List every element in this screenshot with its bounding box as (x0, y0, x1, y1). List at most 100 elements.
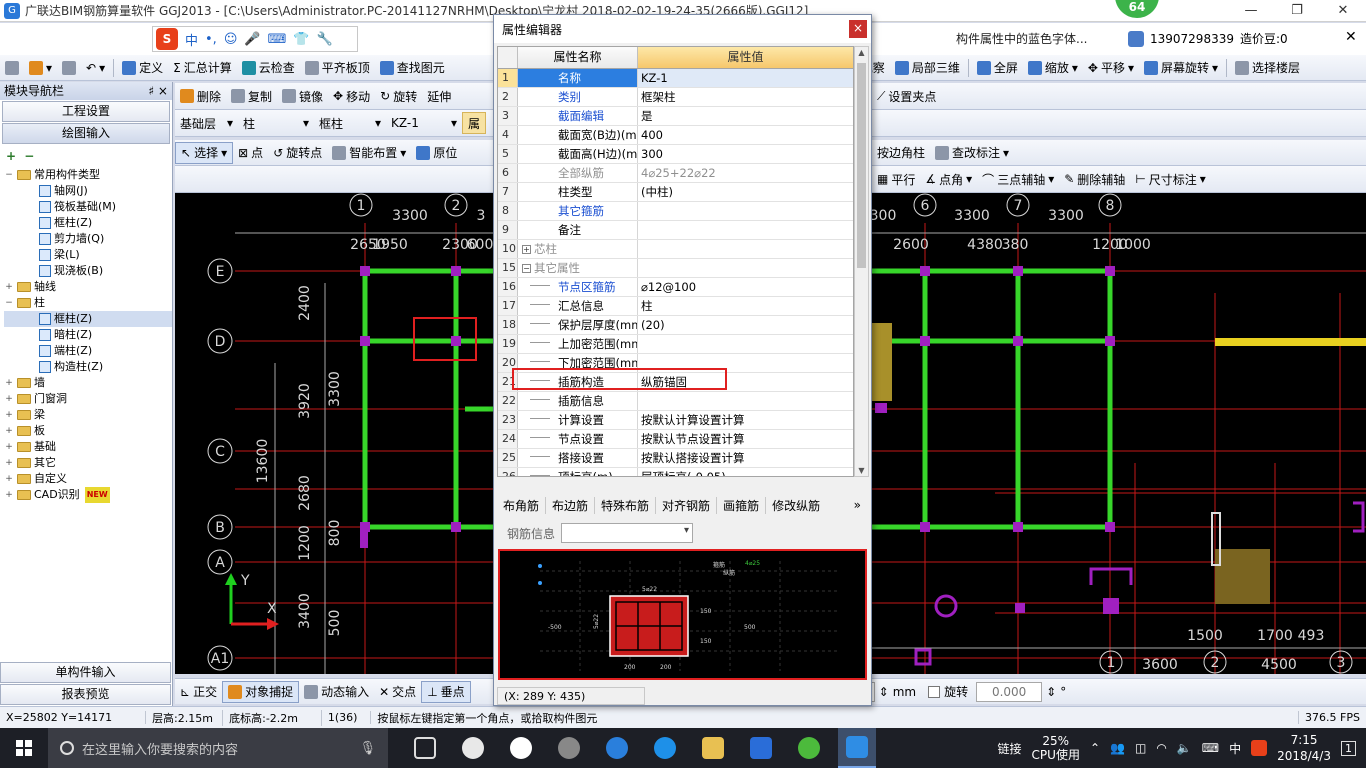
delete-button[interactable]: 删除 (175, 85, 226, 107)
property-value-cell[interactable] (638, 202, 853, 220)
property-name-cell[interactable]: 备注 (518, 221, 638, 239)
tree-toggle-icon[interactable]: + (4, 455, 14, 471)
ime-tools-icon[interactable]: 🔧 (317, 32, 333, 47)
rotate-checkbox[interactable] (928, 685, 941, 698)
ime-lang[interactable]: 中 (185, 30, 198, 49)
property-value-cell[interactable]: 400 (638, 126, 853, 144)
fan-app-icon[interactable] (454, 728, 492, 768)
rotate-point-button[interactable]: ↺ 旋转点 (268, 142, 327, 164)
ime-indicator[interactable]: 中 (1229, 740, 1241, 757)
tree-toggle-icon[interactable]: + (4, 375, 14, 391)
attribute-button[interactable]: 属 (462, 112, 487, 134)
component-select[interactable]: KZ-1 ▾ (386, 112, 462, 134)
ime-punct-icon[interactable]: •, (205, 32, 217, 47)
property-value-cell[interactable] (638, 335, 853, 353)
clock[interactable]: 7:15 2018/4/3 (1277, 732, 1331, 764)
property-row[interactable]: 6 全部纵筋 4⌀25+22⌀22 (498, 164, 853, 183)
tree-toggle-icon[interactable]: + (4, 407, 14, 423)
scroll-thumb[interactable] (857, 63, 866, 268)
property-row[interactable]: 17 汇总信息 柱 (498, 297, 853, 316)
sogou-tray-icon[interactable] (1251, 740, 1268, 756)
sogou-icon[interactable]: S (156, 28, 178, 50)
property-value-cell[interactable]: 4⌀25+22⌀22 (638, 164, 853, 182)
tray-link-label[interactable]: 链接 (998, 740, 1022, 757)
grid-scrollbar[interactable]: ▲ ▼ (854, 46, 869, 477)
property-name-cell[interactable]: 搭接设置 (518, 449, 638, 467)
taskbar-search[interactable]: 在这里输入你要搜索的内容 🎙 (48, 728, 388, 768)
property-name-cell[interactable]: 插筋信息 (518, 392, 638, 410)
file-explorer-icon[interactable] (694, 728, 732, 768)
wifi-icon[interactable]: ◠ (1156, 741, 1166, 755)
property-value-cell[interactable]: 300 (638, 145, 853, 163)
copy-button[interactable]: 复制 (226, 85, 277, 107)
property-row[interactable]: 8 其它箍筋 (498, 202, 853, 221)
tree-node[interactable]: 构造柱(Z) (4, 359, 172, 375)
move-button[interactable]: ✥ 移动 (328, 85, 375, 107)
property-value-cell[interactable] (638, 259, 853, 277)
property-row[interactable]: 5 截面高(H边)(mm)300 (498, 145, 853, 164)
in-place-button[interactable]: 原位 (411, 142, 462, 164)
expand-collapse-icons[interactable]: + − (0, 145, 172, 167)
property-row[interactable]: 1 名称 KZ-1 (498, 69, 853, 88)
single-component-button[interactable]: 单构件输入 (0, 662, 171, 683)
property-name-cell[interactable]: + 芯柱 (518, 240, 638, 258)
property-name-cell[interactable]: − 其它属性 (518, 259, 638, 277)
edge-bar-button[interactable]: 布边筋 (546, 496, 596, 514)
tree-toggle-icon[interactable]: − (4, 295, 14, 311)
object-snap-toggle[interactable]: 对象捕捉 (222, 680, 300, 703)
tree-node[interactable]: 筏板基础(M) (4, 199, 172, 215)
select-button[interactable]: ↖ 选择 ▾ (175, 141, 234, 164)
property-row[interactable]: 7 柱类型 (中柱) (498, 183, 853, 202)
tree-node[interactable]: + 自定义 (4, 471, 172, 487)
rotate-button[interactable]: ↻ 旋转 (375, 85, 422, 107)
property-row[interactable]: 24 节点设置 按默认节点设置计算 (498, 430, 853, 449)
tree-toggle-icon[interactable]: + (4, 439, 14, 455)
screen-rotate-button[interactable]: 屏幕旋转 ▾ (1139, 57, 1223, 79)
notify-badge[interactable]: 64 (1115, 0, 1159, 18)
tree-toggle-icon[interactable]: + (4, 471, 14, 487)
close-window-button[interactable]: ✕ (1320, 0, 1366, 22)
cloud-check-button[interactable]: 云检查 (237, 57, 300, 79)
glodon-g-icon[interactable] (742, 728, 780, 768)
property-value-cell[interactable]: (20) (638, 316, 853, 334)
tree-node[interactable]: 轴网(J) (4, 183, 172, 199)
type-select[interactable]: 柱 ▾ (238, 112, 314, 134)
volume-icon[interactable]: 🔈 (1177, 741, 1192, 755)
save-button[interactable] (57, 57, 81, 79)
tree-node[interactable]: 框柱(Z) (4, 215, 172, 231)
task-view-icon[interactable] (406, 728, 444, 768)
group-toggle-icon[interactable]: + (522, 245, 531, 254)
perpendicular-snap[interactable]: ⊥ 垂点 (421, 680, 471, 703)
col-header-value[interactable]: 属性值 (638, 47, 853, 68)
ime-toolbar[interactable]: S 中 •, ☺ 🎤 ⌨ 👕 🔧 (152, 26, 358, 52)
property-name-cell[interactable]: 汇总信息 (518, 297, 638, 315)
ime-keyboard-icon[interactable]: ⌨ (268, 32, 287, 47)
modify-long-bar-button[interactable]: 修改纵筋 (766, 497, 826, 514)
spiral-app-icon[interactable] (550, 728, 588, 768)
property-row[interactable]: 10 + 芯柱 (498, 240, 853, 259)
new-file-button[interactable] (0, 57, 24, 79)
tree-node[interactable]: + CAD识别 NEW (4, 487, 172, 503)
tree-toggle-icon[interactable]: + (4, 279, 14, 295)
property-name-cell[interactable]: 类别 (518, 88, 638, 106)
property-name-cell[interactable]: 顶标高(m) (518, 468, 638, 476)
tree-node[interactable]: + 轴线 (4, 279, 172, 295)
group-toggle-icon[interactable]: − (522, 264, 531, 273)
corner-bar-button[interactable]: 布角筋 (497, 496, 547, 514)
property-row[interactable]: 25 搭接设置 按默认搭接设置计算 (498, 449, 853, 468)
property-name-cell[interactable]: 截面高(H边)(mm) (518, 145, 638, 163)
property-row[interactable]: 2 类别 框架柱 (498, 88, 853, 107)
tree-node[interactable]: + 门窗洞 (4, 391, 172, 407)
tree-node[interactable]: + 其它 (4, 455, 172, 471)
header-close-icon[interactable]: ✕ (1345, 29, 1357, 45)
project-settings-button[interactable]: 工程设置 (2, 101, 170, 122)
property-value-cell[interactable]: 按默认计算设置计算 (638, 411, 853, 429)
property-value-cell[interactable]: KZ-1 (638, 69, 853, 87)
property-name-cell[interactable]: 全部纵筋 (518, 164, 638, 182)
tree-node[interactable]: 现浇板(B) (4, 263, 172, 279)
point-angle-button[interactable]: ∡ 点角 ▾ (920, 168, 977, 190)
col-header-name[interactable]: 属性名称 (518, 47, 638, 68)
rebar-info-select[interactable] (561, 523, 694, 543)
ime-emoji-icon[interactable]: ☺ (224, 32, 238, 47)
minimize-button[interactable]: — (1228, 0, 1274, 22)
